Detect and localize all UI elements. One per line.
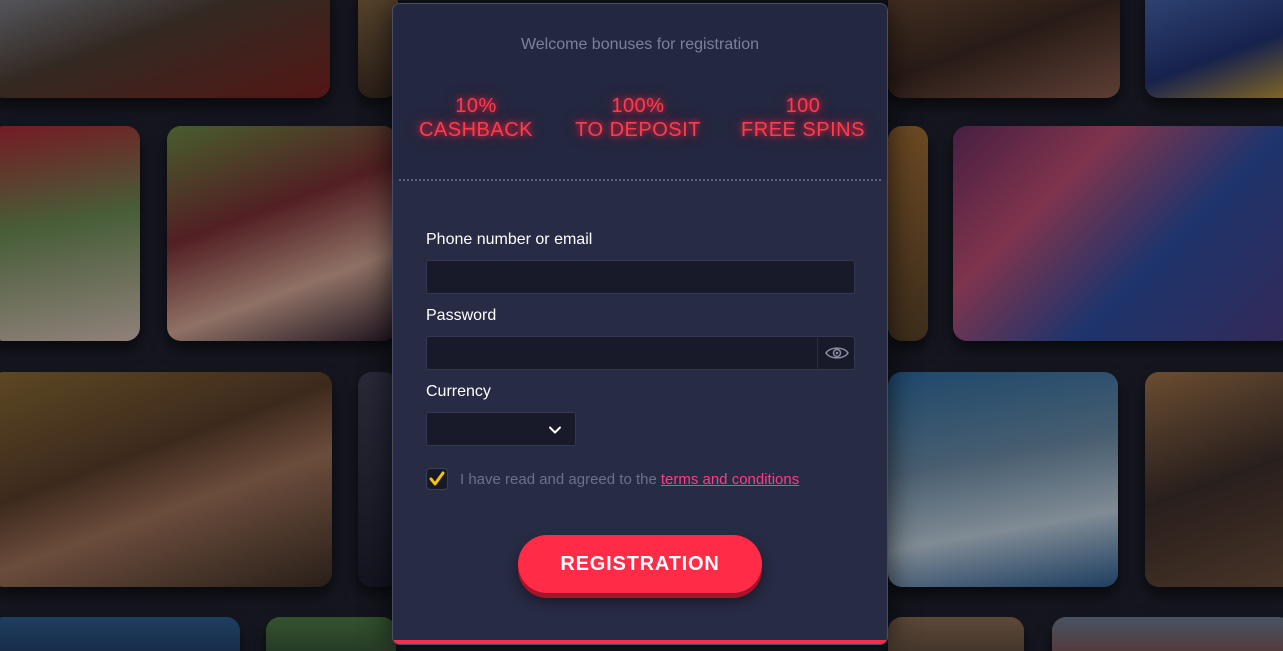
game-tile-queen-of-hearts	[0, 126, 140, 341]
bonus-deposit-value: 100%	[611, 95, 665, 117]
terms-link[interactable]: terms and conditions	[661, 471, 799, 488]
phone-email-label: Phone number or email	[426, 231, 593, 248]
game-tile-bearded-wizard	[0, 0, 330, 98]
game-tile-red-riding-hood	[167, 126, 397, 341]
bonus-cashback-value: 10%	[455, 95, 497, 117]
game-tile-royal-guard	[1145, 0, 1283, 98]
dotted-divider	[399, 179, 881, 181]
game-tile-bottom-3	[888, 617, 1024, 651]
currency-select[interactable]	[426, 412, 576, 446]
game-tile-jesters	[953, 126, 1283, 341]
game-tile-adventurer	[0, 372, 332, 587]
bonus-cashback-label: CASHBACK	[418, 119, 534, 141]
terms-row: I have read and agreed to the terms and …	[426, 467, 799, 491]
game-tile-bottom-2	[266, 617, 396, 651]
registration-button[interactable]: REGISTRATION	[518, 535, 762, 593]
bonus-header	[393, 4, 887, 180]
bonus-free-spins-label: FREE SPINS	[741, 119, 865, 141]
checkmark-icon	[429, 471, 445, 486]
game-tile-pirate-couple	[888, 0, 1120, 98]
bonus-cashback: 10% CASHBACK	[401, 94, 551, 142]
bonus-free-spins-value: 100	[785, 95, 821, 117]
bonus-free-spins: 100 FREE SPINS	[728, 94, 878, 142]
game-tile-horse-rider	[1145, 372, 1283, 587]
game-tile-bottom-1	[0, 617, 240, 651]
password-input[interactable]	[426, 336, 855, 370]
phone-email-input[interactable]	[426, 260, 855, 294]
currency-label: Currency	[426, 383, 491, 400]
bonus-deposit-label: TO DEPOSIT	[575, 119, 701, 141]
terms-text: I have read and agreed to the	[460, 470, 657, 488]
eye-icon[interactable]	[817, 336, 856, 370]
chevron-down-icon	[549, 426, 561, 434]
welcome-text: Welcome bonuses for registration	[520, 36, 760, 53]
registration-modal: Welcome bonuses for registration 10% CAS…	[392, 3, 888, 645]
bonus-deposit: 100% TO DEPOSIT	[563, 94, 713, 142]
terms-checkbox[interactable]	[426, 468, 448, 490]
game-tile-shark	[888, 372, 1118, 587]
modal-accent-bar	[393, 640, 887, 644]
password-label: Password	[426, 307, 497, 324]
game-tile-robot	[888, 126, 928, 341]
game-tile-bottom-4	[1052, 617, 1283, 651]
